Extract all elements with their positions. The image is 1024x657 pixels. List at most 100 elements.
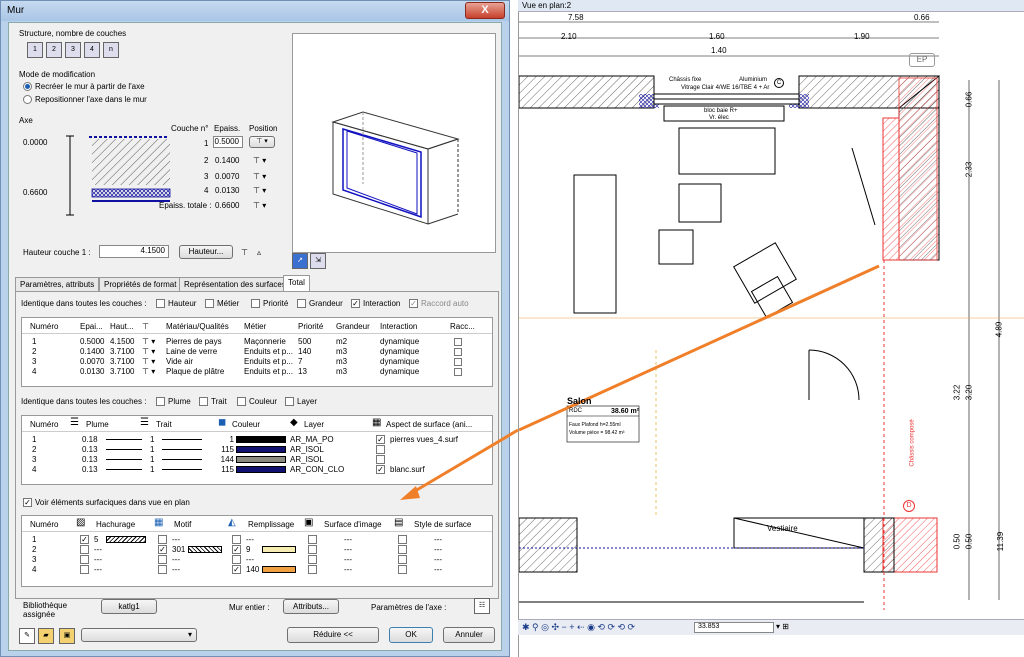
- tab-total[interactable]: Total: [283, 275, 310, 291]
- t1-row-1-interaction[interactable]: dynamique: [380, 337, 419, 346]
- ident1-raccord[interactable]: ✓ Raccord auto: [409, 299, 469, 309]
- t1-row-3-numero[interactable]: 3: [32, 357, 36, 366]
- t3-row[interactable]: 2 --- ✓ 301 ✓ 9 --- ---: [22, 545, 492, 555]
- tab-parametres[interactable]: Paramètres, attributs: [15, 277, 100, 291]
- t1-row-1-grandeur[interactable]: m2: [336, 337, 347, 346]
- voir-elements-checkbox[interactable]: ✓ Voir éléments surfaciques dans vue en p…: [23, 498, 190, 508]
- plan-view[interactable]: 7.58 0.66 2.10 1.60 1.90 1.40 EP Châssis…: [518, 0, 1024, 657]
- t3-rempl-checkbox[interactable]: ✓: [232, 545, 244, 555]
- mode-option-reposition[interactable]: Repositionner l'axe dans le mur: [23, 95, 147, 105]
- t1-row-3-materiau[interactable]: Vide air: [166, 357, 193, 366]
- t2-row[interactable]: 1 0.18 1 1 AR_MA_PO ✓ pierres vues_4.surf: [22, 435, 492, 445]
- ident2-layer[interactable]: Layer: [285, 397, 317, 407]
- hauteur-button[interactable]: Hauteur...: [179, 245, 233, 259]
- t1-row-3-raccord[interactable]: [454, 358, 462, 368]
- zoom-dropdown-icon[interactable]: ▾ ⊞: [776, 622, 789, 631]
- t2-aspect-checkbox[interactable]: [376, 455, 388, 465]
- t3-rempl-checkbox[interactable]: ✓: [232, 565, 244, 575]
- layer-row-4-thickness[interactable]: 0.0130: [215, 186, 239, 195]
- layer-row-4-position-icon[interactable]: ⊤ ▾: [253, 186, 266, 195]
- ident1-interaction[interactable]: ✓ Interaction: [351, 299, 400, 309]
- t1-row-2-epai[interactable]: 0.1400: [80, 347, 104, 356]
- t1-row-4-priorite[interactable]: 13: [298, 367, 307, 376]
- t1-row-2-priorite[interactable]: 140: [298, 347, 311, 356]
- structure-3-layer-button[interactable]: 3: [65, 42, 81, 58]
- hauteur-input[interactable]: 4.1500: [99, 245, 169, 258]
- t1-row-4-metier[interactable]: Enduits et p...: [244, 367, 293, 376]
- t1-row-4-numero[interactable]: 4: [32, 367, 36, 376]
- ident1-metier[interactable]: Métier: [205, 299, 239, 309]
- ident1-priorite[interactable]: Priorité: [251, 299, 288, 309]
- t2-aspect-checkbox[interactable]: ✓: [376, 435, 388, 445]
- t3-surf-checkbox[interactable]: [308, 545, 320, 555]
- t1-row-2-metier[interactable]: Enduits et p...: [244, 347, 293, 356]
- t3-row[interactable]: 3 --- --- --- --- ---: [22, 555, 492, 565]
- layer-row-3-position-icon[interactable]: ⊤ ▾: [253, 172, 266, 181]
- t1-row-4-interaction[interactable]: dynamique: [380, 367, 419, 376]
- structure-4-layer-button[interactable]: 4: [84, 42, 100, 58]
- align-top-icon[interactable]: ⊤: [241, 248, 248, 257]
- ident2-couleur[interactable]: Couleur: [237, 397, 277, 407]
- zoom-input[interactable]: 33.853: [694, 622, 774, 633]
- ident2-trait[interactable]: Trait: [199, 397, 227, 407]
- t3-hach-checkbox[interactable]: [80, 555, 92, 565]
- t1-row-4-materiau[interactable]: Plaque de plâtre: [166, 367, 224, 376]
- t1-row-1-raccord[interactable]: [454, 338, 462, 348]
- ident1-hauteur[interactable]: Hauteur: [156, 299, 196, 309]
- t1-row-3-haut[interactable]: 3.7100: [110, 357, 134, 366]
- t1-row-2-align-icon[interactable]: ⊤ ▾: [142, 347, 155, 356]
- raccord-checkbox-icon[interactable]: [454, 358, 462, 366]
- t3-motif-checkbox[interactable]: [158, 565, 170, 575]
- select-arrow-icon[interactable]: ↗: [292, 253, 308, 269]
- t1-row-3-grandeur[interactable]: m3: [336, 357, 347, 366]
- t1-row-1-priorite[interactable]: 500: [298, 337, 311, 346]
- dialog-titlebar[interactable]: Mur X: [1, 1, 509, 21]
- t1-row-1-epai[interactable]: 0.5000: [80, 337, 104, 346]
- t3-style-checkbox[interactable]: [398, 555, 410, 565]
- t1-row-2-haut[interactable]: 3.7100: [110, 347, 134, 356]
- structure-2-layer-button[interactable]: 2: [46, 42, 62, 58]
- t3-rempl-checkbox[interactable]: [232, 555, 244, 565]
- t2-row[interactable]: 2 0.13 1 115 AR_ISOL: [22, 445, 492, 455]
- attributs-button[interactable]: Attributs...: [283, 599, 339, 614]
- t3-row[interactable]: 4 --- --- ✓ 140 --- ---: [22, 565, 492, 575]
- t3-surf-checkbox[interactable]: [308, 555, 320, 565]
- t1-row-4-haut[interactable]: 3.7100: [110, 367, 134, 376]
- t2-row[interactable]: 4 0.13 1 115 AR_CON_CLO ✓ blanc.surf: [22, 465, 492, 475]
- t2-aspect-checkbox[interactable]: [376, 445, 388, 455]
- align-up-icon[interactable]: ▵: [257, 248, 261, 257]
- raccord-checkbox-icon[interactable]: [454, 348, 462, 356]
- t3-hach-checkbox[interactable]: [80, 565, 92, 575]
- t1-row-1-align-icon[interactable]: ⊤ ▾: [142, 337, 155, 346]
- axe-settings-icon[interactable]: ☷: [474, 598, 490, 614]
- save-favorite-icon[interactable]: ▣: [59, 628, 75, 644]
- layer-row-2-thickness[interactable]: 0.1400: [215, 156, 239, 165]
- t1-row-1-numero[interactable]: 1: [32, 337, 36, 346]
- layer-row-1-thickness[interactable]: 0.5000: [213, 136, 243, 148]
- plan-titlebar[interactable]: Vue en plan:2: [518, 0, 1024, 12]
- layer-row-1-position-dropdown[interactable]: ⊤ ▾: [249, 136, 275, 148]
- t3-style-checkbox[interactable]: [398, 545, 410, 555]
- t1-row-2-numero[interactable]: 2: [32, 347, 36, 356]
- t1-row-1-metier[interactable]: Maçonnerie: [244, 337, 286, 346]
- biblio-button[interactable]: katlg1: [101, 599, 157, 614]
- t1-row-3-epai[interactable]: 0.0070: [80, 357, 104, 366]
- nav-tools-icons[interactable]: ✱ ⚲ ◎ ✣ − + ⇠ ◉ ⟲ ⟳ ⟲ ⟳: [522, 622, 635, 633]
- t1-row-3-metier[interactable]: Enduits et p...: [244, 357, 293, 366]
- t1-row-4-grandeur[interactable]: m3: [336, 367, 347, 376]
- t3-surf-checkbox[interactable]: [308, 565, 320, 575]
- t3-style-checkbox[interactable]: [398, 535, 410, 545]
- t1-row-4-raccord[interactable]: [454, 368, 462, 378]
- t1-row-3-align-icon[interactable]: ⊤ ▾: [142, 357, 155, 366]
- t3-motif-checkbox[interactable]: ✓: [158, 545, 170, 555]
- t1-row-2-raccord[interactable]: [454, 348, 462, 358]
- t1-row-3-interaction[interactable]: dynamique: [380, 357, 419, 366]
- t2-aspect-checkbox[interactable]: ✓: [376, 465, 388, 475]
- raccord-checkbox-icon[interactable]: [454, 338, 462, 346]
- structure-1-layer-button[interactable]: 1: [27, 42, 43, 58]
- t1-row-1-materiau[interactable]: Pierres de pays: [166, 337, 222, 346]
- t3-hach-checkbox[interactable]: ✓: [80, 535, 92, 545]
- raccord-checkbox-icon[interactable]: [454, 368, 462, 376]
- t2-row[interactable]: 3 0.13 1 144 AR_ISOL: [22, 455, 492, 465]
- tab-proprietes[interactable]: Propriétés de format: [99, 277, 182, 291]
